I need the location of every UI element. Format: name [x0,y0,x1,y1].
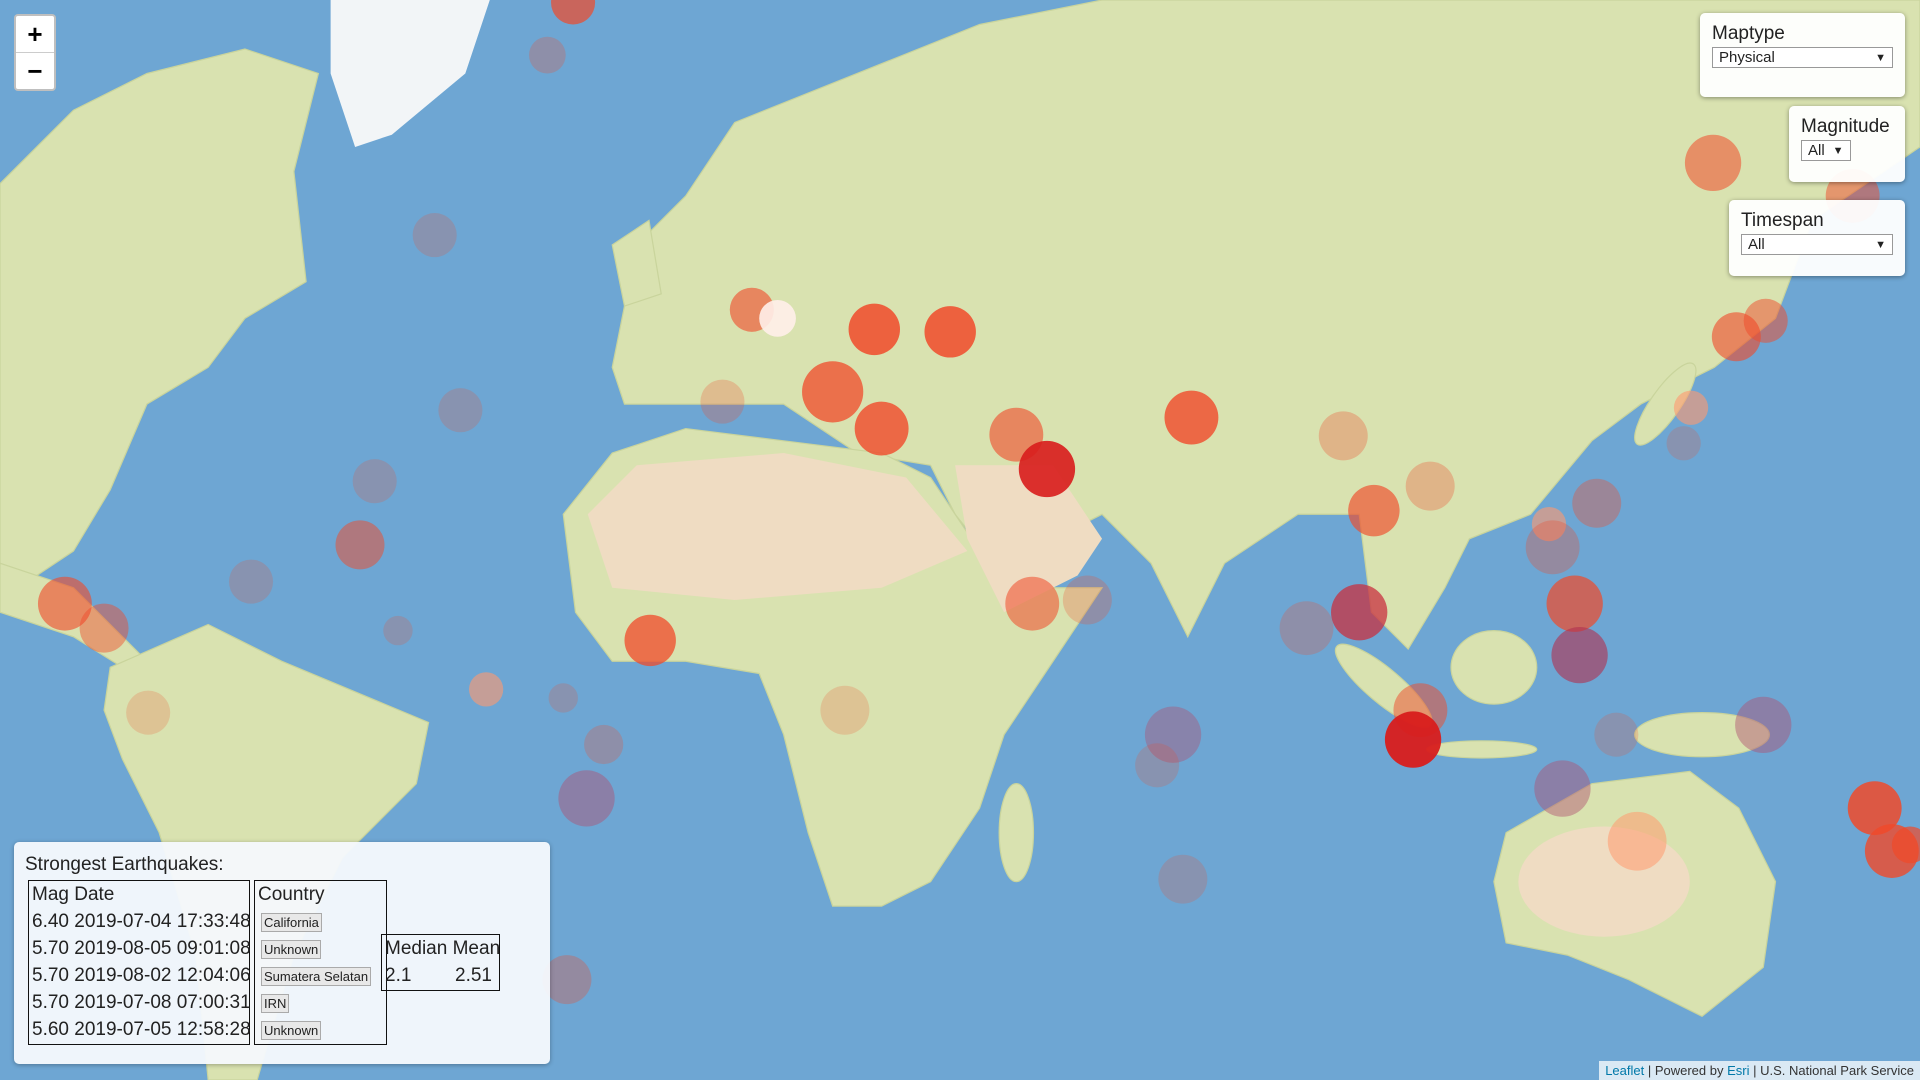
country-header: Country [258,884,325,905]
country-button[interactable]: Unknown [261,1021,322,1040]
earthquake-marker[interactable] [468,672,504,707]
dropdown-arrow-icon: ▼ [1875,51,1886,64]
maptype-control: Maptype Physical ▼ [1700,13,1905,97]
maptype-label: Maptype [1712,23,1785,44]
earthquake-marker[interactable] [1735,696,1792,754]
table-row: 6.40 2019-07-04 17:33:48 [32,911,251,932]
attribution-text: | U.S. National Park Service [1749,1063,1914,1078]
earthquake-marker[interactable] [126,690,171,735]
earthquake-marker[interactable] [335,520,385,570]
earthquake-marker[interactable] [1525,520,1580,575]
earthquake-marker[interactable] [228,559,274,604]
earthquake-marker[interactable] [1005,576,1060,631]
earthquake-marker[interactable] [1279,601,1334,656]
earthquake-marker[interactable] [820,685,870,735]
mean-value: 2.51 [455,965,492,986]
madagascar [998,783,1035,883]
earthquake-marker[interactable] [1572,478,1622,528]
leaflet-link[interactable]: Leaflet [1605,1063,1644,1078]
timespan-value: All [1748,236,1765,253]
earthquake-marker[interactable] [848,303,900,356]
earthquake-marker[interactable] [1062,575,1112,625]
table-row: 5.70 2019-08-02 12:04:06 [32,965,251,986]
earthquake-marker[interactable] [412,213,457,258]
magnitude-date-table: Mag Date 6.40 2019-07-04 17:33:48 5.70 2… [28,880,251,1045]
earthquake-marker[interactable] [854,401,909,456]
median-label: Median [385,938,448,959]
table-row: 5.70 2019-08-05 09:01:08 [32,938,251,959]
dropdown-arrow-icon: ▼ [1875,238,1886,251]
magnitude-select[interactable]: All ▼ [1801,140,1851,161]
earthquake-marker[interactable] [624,614,676,667]
earthquake-marker[interactable] [352,459,397,504]
timespan-label: Timespan [1741,210,1824,231]
earthquake-marker[interactable] [1164,390,1219,445]
legend-title: Strongest Earthquakes: [25,854,224,875]
earthquake-marker[interactable] [1666,426,1701,461]
attribution: Leaflet | Powered by Esri | U.S. Nationa… [1599,1061,1920,1080]
borneo [1450,630,1538,705]
earthquake-marker[interactable] [1743,298,1788,343]
earthquake-marker[interactable] [1684,134,1742,192]
earthquake-marker[interactable] [558,770,615,827]
earthquake-marker[interactable] [548,683,578,713]
magnitude-value: All [1808,142,1825,159]
earthquake-marker[interactable] [1673,390,1709,425]
earthquake-marker[interactable] [1331,584,1388,641]
java [1425,740,1538,759]
north-america [0,48,320,577]
earthquake-marker[interactable] [802,361,864,423]
attribution-text: | Powered by [1644,1063,1728,1078]
earthquake-marker[interactable] [1318,411,1368,461]
earthquake-marker[interactable] [1607,811,1667,871]
timespan-control: Timespan All ▼ [1729,200,1905,276]
zoom-in-button[interactable]: + [16,16,54,53]
earthquake-marker[interactable] [1135,743,1180,788]
magnitude-control: Magnitude All ▼ [1789,106,1905,182]
earthquake-marker[interactable] [383,615,413,646]
zoom-out-button[interactable]: − [16,53,54,89]
magnitude-label: Magnitude [1801,116,1890,137]
earthquake-marker[interactable] [1384,711,1442,768]
country-button[interactable]: Unknown [261,940,322,959]
earthquake-marker[interactable] [1348,484,1400,537]
country-button[interactable]: IRN [261,994,290,1013]
maptype-value: Physical [1719,49,1775,66]
earthquake-marker[interactable] [759,300,796,337]
earthquake-marker[interactable] [1158,854,1208,904]
earthquake-marker[interactable] [924,306,976,358]
table-header: Mag Date [32,884,115,905]
earthquake-marker[interactable] [1018,440,1076,498]
mean-label: Mean [452,938,501,959]
maptype-select[interactable]: Physical ▼ [1712,47,1893,68]
timespan-select[interactable]: All ▼ [1741,234,1893,255]
esri-link[interactable]: Esri [1727,1063,1749,1078]
earthquake-marker[interactable] [700,379,745,424]
country-button[interactable]: Sumatera Selatan [261,967,372,986]
earthquake-marker[interactable] [79,603,129,653]
earthquake-marker[interactable] [1551,626,1608,684]
earthquake-marker[interactable] [551,0,596,25]
earthquake-marker[interactable] [528,36,566,74]
country-table: Country California Unknown Sumatera Sela… [254,880,387,1045]
earthquake-marker[interactable] [438,388,483,433]
zoom-control: + − [14,14,56,91]
greenland [330,0,490,147]
country-button[interactable]: California [261,913,322,932]
earthquake-marker[interactable] [1405,461,1455,511]
stats-table: Median Mean 2.1 2.51 [381,934,500,991]
earthquake-marker[interactable] [1546,575,1603,632]
table-row: 5.60 2019-07-05 12:58:28 [32,1019,251,1040]
dropdown-arrow-icon: ▼ [1832,144,1844,157]
strongest-earthquakes-panel: Strongest Earthquakes: Mag Date 6.40 201… [14,842,550,1064]
earthquake-marker[interactable] [1594,712,1639,757]
earthquake-marker[interactable] [584,724,624,765]
earthquake-marker[interactable] [1534,760,1591,817]
median-value: 2.1 [385,965,412,986]
table-row: 5.70 2019-07-08 07:00:31 [32,992,251,1013]
